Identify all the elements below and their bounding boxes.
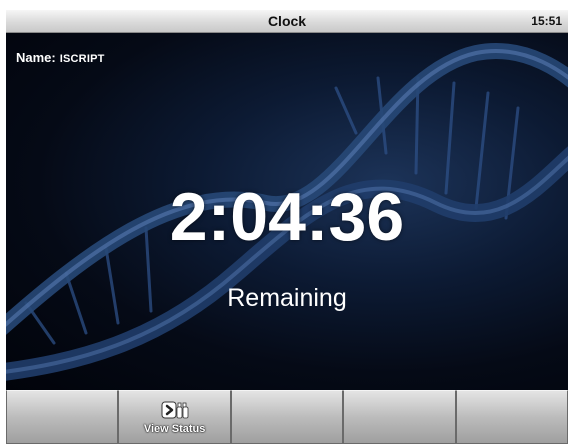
softkey-3[interactable] [230, 390, 344, 444]
name-label: Name: [16, 50, 56, 65]
view-status-button[interactable]: View Status [118, 390, 231, 444]
softkey-5[interactable] [455, 390, 568, 444]
name-row: Name: ISCRIPT [16, 50, 105, 65]
phone-screen: Clock 15:51 Name: ISCRIPT 2:04:36 Remain… [6, 10, 568, 444]
status-time: 15:51 [531, 14, 562, 28]
screen-title: Clock [267, 13, 307, 29]
countdown-status: Remaining [227, 284, 347, 312]
countdown-timer: 2:04:36 [169, 179, 405, 255]
softkey-bar: View Status [6, 390, 568, 444]
view-status-label: View Status [143, 423, 206, 435]
title-bar: Clock 15:51 [6, 10, 568, 33]
clock-panel: Name: ISCRIPT 2:04:36 Remaining [6, 33, 568, 390]
binoculars-icon [161, 401, 189, 421]
softkey-1[interactable] [6, 390, 119, 444]
name-value: ISCRIPT [59, 53, 105, 65]
softkey-4[interactable] [343, 390, 456, 444]
